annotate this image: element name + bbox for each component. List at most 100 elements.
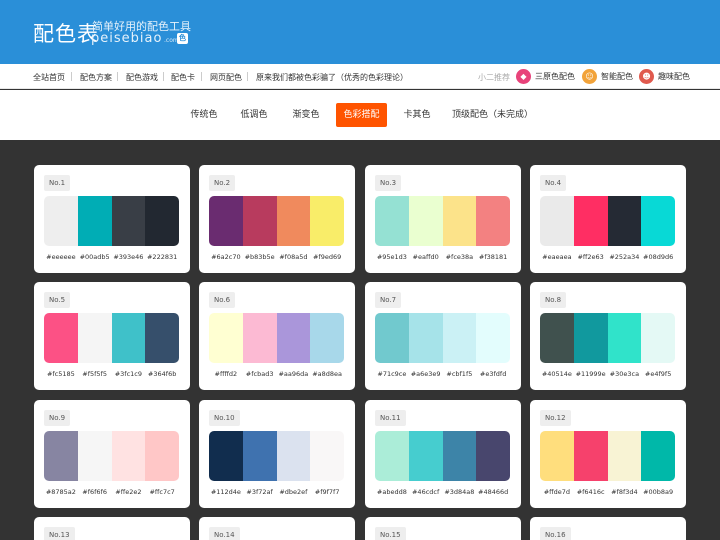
color-swatch[interactable]: [310, 431, 344, 481]
color-swatch[interactable]: [209, 431, 243, 481]
color-swatch[interactable]: [442, 196, 477, 246]
color-swatch[interactable]: [375, 196, 409, 246]
color-code[interactable]: #f5f5f5: [78, 370, 112, 378]
color-code[interactable]: #3fc1c9: [112, 370, 146, 378]
color-code[interactable]: #b83b5e: [243, 253, 277, 261]
color-code[interactable]: #393e46: [112, 253, 146, 261]
color-swatch[interactable]: [408, 431, 443, 481]
color-code[interactable]: #112d4e: [209, 488, 243, 496]
color-code[interactable]: #fcbad3: [243, 370, 277, 378]
tab-traditional[interactable]: 传统色: [186, 103, 222, 127]
color-swatch[interactable]: [375, 313, 409, 363]
palette-card[interactable]: No.13: [34, 517, 190, 540]
palette-card[interactable]: No.16: [530, 517, 686, 540]
color-code[interactable]: #e4f9f5: [641, 370, 675, 378]
color-code[interactable]: #f9ed69: [310, 253, 344, 261]
color-code[interactable]: #252a34: [608, 253, 642, 261]
color-swatch[interactable]: [310, 313, 344, 363]
color-swatch[interactable]: [540, 196, 574, 246]
color-swatch[interactable]: [77, 196, 112, 246]
color-code[interactable]: #a8d8ea: [310, 370, 344, 378]
color-swatch[interactable]: [145, 431, 179, 481]
color-code[interactable]: #6a2c70: [209, 253, 243, 261]
color-code[interactable]: #ffffd2: [209, 370, 243, 378]
color-swatch[interactable]: [242, 196, 277, 246]
palette-card[interactable]: No.6 #ffffd2 #fcbad3 #aa96da #a8d8ea: [199, 282, 355, 390]
color-swatch[interactable]: [111, 431, 146, 481]
color-code[interactable]: #ff2e63: [574, 253, 608, 261]
color-code[interactable]: #ffc7c7: [145, 488, 179, 496]
color-swatch[interactable]: [540, 313, 574, 363]
palette-card[interactable]: No.12 #ffde7d #f6416c #f8f3d4 #00b8a9: [530, 400, 686, 508]
color-code[interactable]: #f08a5d: [277, 253, 311, 261]
color-code[interactable]: #8785a2: [44, 488, 78, 496]
color-code[interactable]: #ffde7d: [540, 488, 574, 496]
palette-card[interactable]: No.3 #95e1d3 #eaffd0 #fce38a #f38181: [365, 165, 521, 273]
color-code[interactable]: #48466d: [476, 488, 510, 496]
logo-title[interactable]: 配色表: [33, 18, 99, 48]
color-swatch[interactable]: [573, 431, 608, 481]
palette-card[interactable]: No.4 #eaeaea #ff2e63 #252a34 #08d9d6: [530, 165, 686, 273]
color-code[interactable]: #dbe2ef: [277, 488, 311, 496]
color-code[interactable]: #fce38a: [443, 253, 477, 261]
color-swatch[interactable]: [607, 196, 642, 246]
color-swatch[interactable]: [111, 196, 146, 246]
color-swatch[interactable]: [641, 196, 675, 246]
tab-top-colors[interactable]: 顶级配色（未完成）: [452, 103, 533, 127]
color-swatch[interactable]: [607, 313, 642, 363]
color-swatch[interactable]: [44, 196, 78, 246]
tab-color-matching[interactable]: 色彩搭配: [336, 103, 387, 127]
color-swatch[interactable]: [375, 431, 409, 481]
rec-smart[interactable]: ☺ 智能配色: [582, 68, 633, 85]
color-code[interactable]: #eaffd0: [409, 253, 443, 261]
color-code[interactable]: #ffe2e2: [112, 488, 146, 496]
color-code[interactable]: #cbf1f5: [443, 370, 477, 378]
color-swatch[interactable]: [442, 431, 477, 481]
color-swatch[interactable]: [573, 313, 608, 363]
color-code[interactable]: #3f72af: [243, 488, 277, 496]
color-code[interactable]: #eeeeee: [44, 253, 78, 261]
color-code[interactable]: #a6e3e9: [409, 370, 443, 378]
nav-web-colors[interactable]: 网页配色: [210, 72, 242, 83]
color-swatch[interactable]: [44, 431, 78, 481]
palette-card[interactable]: No.10 #112d4e #3f72af #dbe2ef #f9f7f7: [199, 400, 355, 508]
color-code[interactable]: #f6f6f6: [78, 488, 112, 496]
color-swatch[interactable]: [276, 196, 311, 246]
color-code[interactable]: #abedd8: [375, 488, 409, 496]
color-code[interactable]: #aa96da: [277, 370, 311, 378]
palette-card[interactable]: No.2 #6a2c70 #b83b5e #f08a5d #f9ed69: [199, 165, 355, 273]
color-code[interactable]: #46cdcf: [409, 488, 443, 496]
color-code[interactable]: #f8f3d4: [608, 488, 642, 496]
color-swatch[interactable]: [641, 313, 675, 363]
palette-card[interactable]: No.14: [199, 517, 355, 540]
color-swatch[interactable]: [476, 431, 510, 481]
color-swatch[interactable]: [242, 431, 277, 481]
color-code[interactable]: #40514e: [540, 370, 574, 378]
color-code[interactable]: #08d9d6: [641, 253, 675, 261]
color-swatch[interactable]: [442, 313, 477, 363]
nav-color-card[interactable]: 配色卡: [171, 72, 195, 83]
color-code[interactable]: #f6416c: [574, 488, 608, 496]
color-swatch[interactable]: [573, 196, 608, 246]
palette-card[interactable]: No.7 #71c9ce #a6e3e9 #cbf1f5 #e3fdfd: [365, 282, 521, 390]
color-code[interactable]: #71c9ce: [375, 370, 409, 378]
tab-khaki[interactable]: 卡其色: [399, 103, 435, 127]
palette-card[interactable]: No.9 #8785a2 #f6f6f6 #ffe2e2 #ffc7c7: [34, 400, 190, 508]
palette-card[interactable]: No.1 #eeeeee #00adb5 #393e46 #222831: [34, 165, 190, 273]
color-swatch[interactable]: [145, 313, 179, 363]
color-code[interactable]: #fc5185: [44, 370, 78, 378]
palette-card[interactable]: No.11 #abedd8 #46cdcf #3d84a8 #48466d: [365, 400, 521, 508]
color-swatch[interactable]: [607, 431, 642, 481]
color-swatch[interactable]: [44, 313, 78, 363]
palette-card[interactable]: No.15: [365, 517, 521, 540]
color-swatch[interactable]: [408, 196, 443, 246]
tab-gradient[interactable]: 渐变色: [288, 103, 324, 127]
color-code[interactable]: #e3fdfd: [476, 370, 510, 378]
color-swatch[interactable]: [77, 431, 112, 481]
color-code[interactable]: #30e3ca: [608, 370, 642, 378]
color-code[interactable]: #00adb5: [78, 253, 112, 261]
color-swatch[interactable]: [476, 313, 510, 363]
color-swatch[interactable]: [242, 313, 277, 363]
tab-muted[interactable]: 低调色: [236, 103, 272, 127]
nav-color-theory[interactable]: 原来我们都被色彩骗了（优秀的色彩理论）: [256, 72, 408, 83]
